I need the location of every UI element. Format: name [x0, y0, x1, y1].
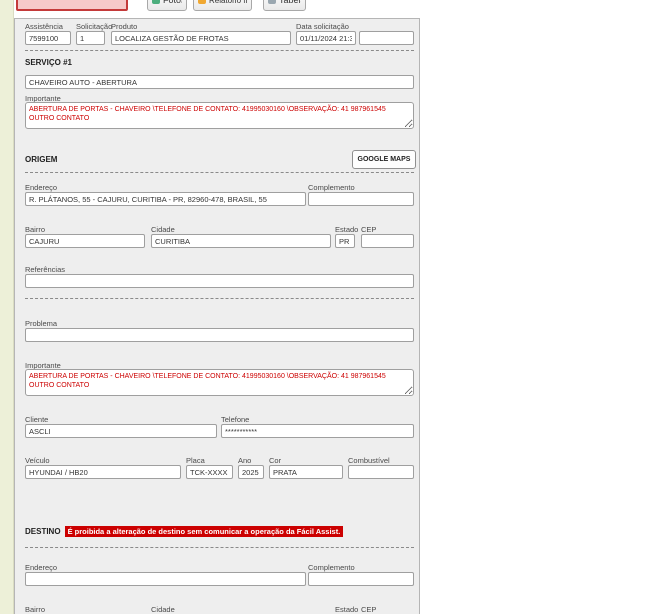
report-button[interactable]: Relatório final	[193, 0, 252, 11]
veiculo-input[interactable]	[25, 465, 181, 479]
origem-cep-input[interactable]	[361, 234, 414, 248]
report-icon	[198, 0, 206, 4]
problema-input[interactable]	[25, 328, 414, 342]
combustivel-input[interactable]	[348, 465, 414, 479]
destino-estado-label: Estado	[335, 605, 359, 614]
destino-section-title: DESTINO	[25, 527, 61, 536]
origem-cep-label: CEP	[361, 225, 377, 234]
placa-label: Placa	[186, 456, 205, 465]
origem-complemento-input[interactable]	[308, 192, 414, 206]
destino-complemento-input[interactable]	[308, 572, 414, 586]
combustivel-label: Combustível	[348, 456, 390, 465]
origem-endereco-input[interactable]	[25, 192, 306, 206]
solicitacao-label: Solicitação	[76, 22, 113, 31]
photo-icon	[152, 0, 160, 4]
destino-warning-badge: É proibida a alteração de destino sem co…	[64, 526, 344, 537]
data-solicitacao-label: Data solicitação	[296, 22, 349, 31]
telefone-input[interactable]	[221, 424, 414, 438]
cor-input[interactable]	[269, 465, 343, 479]
destino-endereco-input[interactable]	[25, 572, 306, 586]
table-icon	[268, 0, 276, 4]
assistencia-input[interactable]	[25, 31, 71, 45]
origem-bairro-input[interactable]	[25, 234, 145, 248]
problema-label: Problema	[25, 319, 58, 328]
cliente-input[interactable]	[25, 424, 217, 438]
cliente-label: Cliente	[25, 415, 49, 424]
origem-estado-input[interactable]	[335, 234, 355, 248]
photos-button[interactable]: Fotos	[147, 0, 187, 11]
servico-section-title: SERVIÇO #1	[25, 58, 72, 67]
separator	[25, 50, 414, 51]
origem-cidade-label: Cidade	[151, 225, 175, 234]
data-solicitacao-input[interactable]	[296, 31, 356, 45]
referencias-label: Referências	[25, 265, 66, 274]
destino-cidade-label: Cidade	[151, 605, 175, 614]
photos-button-label: Fotos	[163, 0, 182, 5]
service-order-page: Fotos Relatório final Tabela Assistência…	[0, 0, 659, 614]
data-extra-input[interactable]	[359, 31, 414, 45]
origem-estado-label: Estado	[335, 225, 359, 234]
destino-section-header: DESTINO É proibida a alteração de destin…	[25, 526, 344, 537]
origem-bairro-label: Bairro	[25, 225, 46, 234]
destino-cep-label: CEP	[361, 605, 377, 614]
table-button-label: Tabela	[279, 0, 301, 5]
separator	[25, 547, 414, 548]
service-form-panel: Assistência Solicitação Produto Data sol…	[14, 18, 420, 614]
separator	[25, 172, 414, 173]
ano-label: Ano	[238, 456, 252, 465]
origem-section-title: ORIGEM	[25, 155, 58, 164]
importante-servico-textarea[interactable]: ABERTURA DE PORTAS - CHAVEIRO \TELEFONE …	[25, 102, 414, 129]
placa-input[interactable]	[186, 465, 233, 479]
origem-endereco-label: Endereço	[25, 183, 58, 192]
produto-input[interactable]	[111, 31, 291, 45]
page-left-margin	[0, 0, 14, 614]
veiculo-label: Veículo	[25, 456, 50, 465]
separator	[25, 298, 414, 299]
importante-origem-textarea[interactable]: ABERTURA DE PORTAS - CHAVEIRO \TELEFONE …	[25, 369, 414, 396]
solicitacao-input[interactable]	[76, 31, 105, 45]
cor-label: Cor	[269, 456, 282, 465]
servico-input[interactable]	[25, 75, 414, 89]
destino-endereco-label: Endereço	[25, 563, 58, 572]
alert-banner[interactable]	[16, 0, 128, 11]
origem-cidade-input[interactable]	[151, 234, 331, 248]
telefone-label: Telefone	[221, 415, 250, 424]
destino-bairro-label: Bairro	[25, 605, 46, 614]
destino-complemento-label: Complemento	[308, 563, 355, 572]
table-button[interactable]: Tabela	[263, 0, 306, 11]
origem-complemento-label: Complemento	[308, 183, 355, 192]
assistencia-label: Assistência	[25, 22, 63, 31]
produto-label: Produto	[111, 22, 138, 31]
referencias-input[interactable]	[25, 274, 414, 288]
google-maps-button[interactable]: GOOGLE MAPS	[352, 150, 416, 169]
ano-input[interactable]	[238, 465, 264, 479]
report-button-label: Relatório final	[209, 0, 247, 5]
